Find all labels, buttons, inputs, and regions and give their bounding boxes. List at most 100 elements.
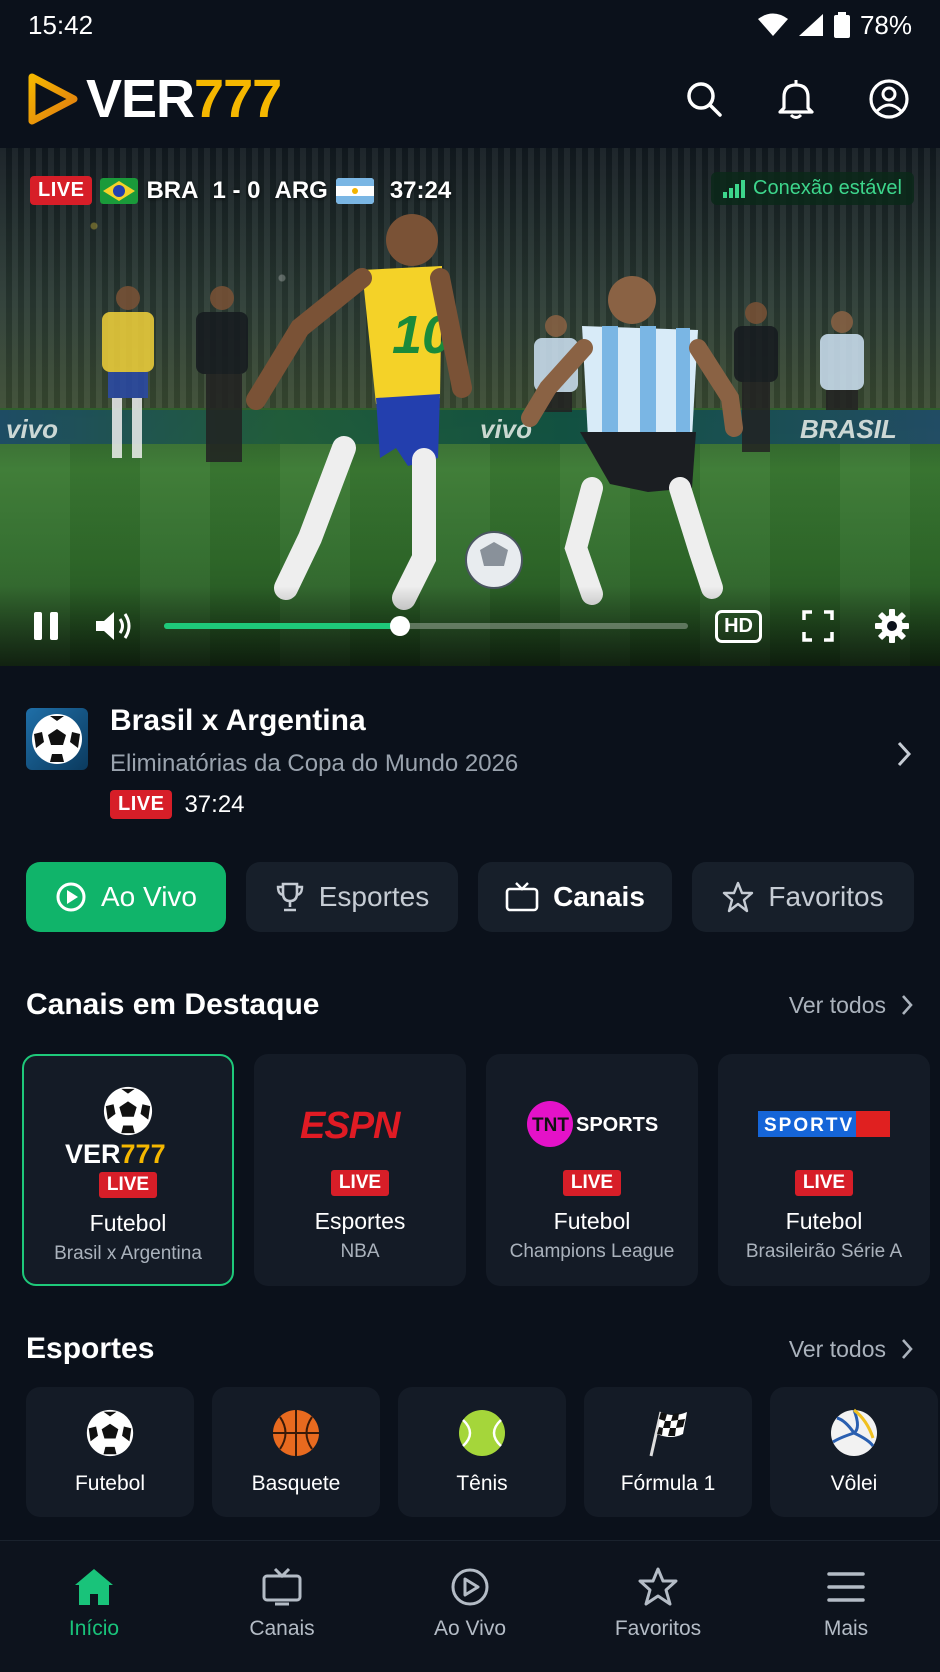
hd-quality-button[interactable]: HD (715, 609, 762, 643)
channel-card[interactable]: ESPN LIVE Esportes NBA (254, 1054, 466, 1286)
tab-ao-vivo[interactable]: Ao Vivo (26, 862, 226, 932)
play-logo-icon (28, 73, 78, 125)
progress-bar[interactable] (164, 616, 688, 636)
settings-gear-icon[interactable] (874, 608, 910, 644)
nav-ao-vivo[interactable]: Ao Vivo (376, 1541, 564, 1672)
ver777-logo: VER777 (65, 1139, 166, 1167)
search-icon[interactable] (684, 79, 724, 119)
tab-esportes[interactable]: Esportes (246, 862, 458, 932)
channel-card[interactable]: TNT SPORTS LIVE Futebol Champions League (486, 1054, 698, 1286)
away-team: ARG (274, 176, 328, 204)
argentina-flag-icon (335, 177, 374, 204)
tab-favoritos[interactable]: Favoritos (692, 862, 914, 932)
player-actions: HD (715, 608, 910, 644)
live-badge: LIVE (562, 1170, 622, 1196)
channel-card[interactable]: SPORTV LIVE Futebol Brasileirão Série A (718, 1054, 930, 1286)
channel-subtitle: Brasil x Argentina (54, 1243, 202, 1264)
match-live-row: LIVE 37:24 (110, 790, 518, 819)
sport-card-volei[interactable]: Vôlei (770, 1387, 938, 1517)
profile-icon[interactable] (868, 78, 910, 120)
see-all-link[interactable]: Ver todos (789, 992, 914, 1019)
bottom-navigation: Início Canais Ao Vivo Favoritos Mais (0, 1540, 940, 1672)
featured-channels-header: Canais em Destaque Ver todos (26, 988, 914, 1022)
nav-label: Canais (249, 1617, 315, 1640)
channel-logo: ESPN (298, 1082, 422, 1166)
app-header: VER777 (0, 56, 940, 142)
volleyball-icon (831, 1408, 877, 1456)
channel-logo: VER777 (65, 1084, 191, 1168)
signal-icon (798, 14, 823, 36)
sports-header: Esportes Ver todos (26, 1332, 914, 1366)
battery-level: 78% (859, 9, 912, 40)
sport-label: Fórmula 1 (620, 1472, 716, 1495)
brazil-flag-icon (100, 177, 139, 204)
channel-logo: TNT SPORTS (526, 1082, 658, 1166)
sport-label: Tênis (456, 1472, 508, 1495)
channel-name: Futebol (89, 1210, 167, 1236)
svg-text:SPORTS: SPORTS (576, 1114, 658, 1136)
sport-card-basquete[interactable]: Basquete (212, 1387, 380, 1517)
logo-accent: 777 (194, 69, 282, 129)
channel-subtitle: Champions League (509, 1241, 675, 1262)
soccer-ball-icon (103, 1086, 153, 1136)
connection-text: Conexão estável (753, 177, 902, 199)
play-circle-icon (56, 882, 86, 912)
nav-label: Início (68, 1617, 120, 1640)
volume-icon[interactable] (94, 609, 134, 643)
app-logo[interactable]: VER777 (26, 68, 282, 130)
sport-card-futebol[interactable]: Futebol (26, 1387, 194, 1517)
header-actions (684, 78, 914, 120)
sport-card-tenis[interactable]: Tênis (398, 1387, 566, 1517)
channel-card[interactable]: VER777 LIVE Futebol Brasil x Argentina (22, 1054, 234, 1286)
svg-text:SPORTV: SPORTV (764, 1115, 854, 1136)
svg-text:TNT: TNT (532, 1115, 569, 1136)
match-info[interactable]: Brasil x Argentina Eliminatórias da Copa… (0, 690, 940, 820)
nav-inicio[interactable]: Início (0, 1541, 188, 1672)
video-player[interactable]: vivo vivo BRASIL 10 LIVE BRA 1 - 0 ARG 3… (0, 148, 940, 666)
channel-name: Futebol (785, 1208, 863, 1234)
trophy-icon (276, 882, 303, 912)
fullscreen-icon[interactable] (802, 610, 834, 642)
chevron-right-icon (902, 1339, 913, 1359)
basketball-icon (273, 1410, 319, 1456)
nav-label: Mais (823, 1617, 869, 1640)
nav-label: Ao Vivo (434, 1617, 506, 1640)
nav-favoritos[interactable]: Favoritos (564, 1541, 752, 1672)
channel-subtitle: Brasileirão Série A (745, 1241, 903, 1262)
live-badge: LIVE (794, 1170, 854, 1196)
nav-mais[interactable]: Mais (752, 1541, 940, 1672)
match-time: 37:24 (184, 790, 245, 818)
section-title: Canais em Destaque (26, 988, 320, 1021)
status-icons: 78% (757, 9, 912, 41)
star-icon (723, 881, 754, 913)
see-all-label: Ver todos (788, 1335, 886, 1362)
battery-icon (833, 12, 850, 38)
match-text: Brasil x Argentina Eliminatórias da Copa… (110, 690, 518, 820)
sport-label: Basquete (251, 1472, 341, 1495)
sport-label: Vôlei (830, 1472, 878, 1495)
see-all-label: Ver todos (788, 991, 886, 1018)
bell-icon[interactable] (776, 78, 816, 120)
section-title: Esportes (26, 1332, 155, 1365)
channel-subtitle: NBA (340, 1241, 380, 1262)
home-icon (75, 1569, 113, 1605)
logo-main: VER (86, 69, 195, 129)
channel-name: Esportes (314, 1208, 406, 1234)
pause-icon[interactable] (30, 609, 62, 643)
chevron-right-icon[interactable] (894, 740, 914, 768)
category-tabs: Ao Vivo Esportes Canais Favoritos (26, 862, 914, 932)
tv-icon (262, 1567, 302, 1606)
checkered-flag-icon (649, 1411, 687, 1457)
tab-canais[interactable]: Canais (478, 862, 672, 932)
sport-card-formula-1[interactable]: Fórmula 1 (584, 1387, 752, 1517)
match-title: Brasil x Argentina (110, 704, 366, 737)
see-all-link[interactable]: Ver todos (789, 1336, 914, 1363)
nav-canais[interactable]: Canais (188, 1541, 376, 1672)
channel-logo: SPORTV (758, 1082, 890, 1166)
tv-icon (505, 882, 539, 912)
nav-label: Favoritos (614, 1617, 702, 1640)
live-badge: LIVE (30, 176, 93, 205)
player-controls: HD (0, 586, 940, 666)
featured-channels-list: VER777 LIVE Futebol Brasil x Argentina E… (22, 1054, 930, 1286)
progress-knob[interactable] (389, 616, 410, 636)
